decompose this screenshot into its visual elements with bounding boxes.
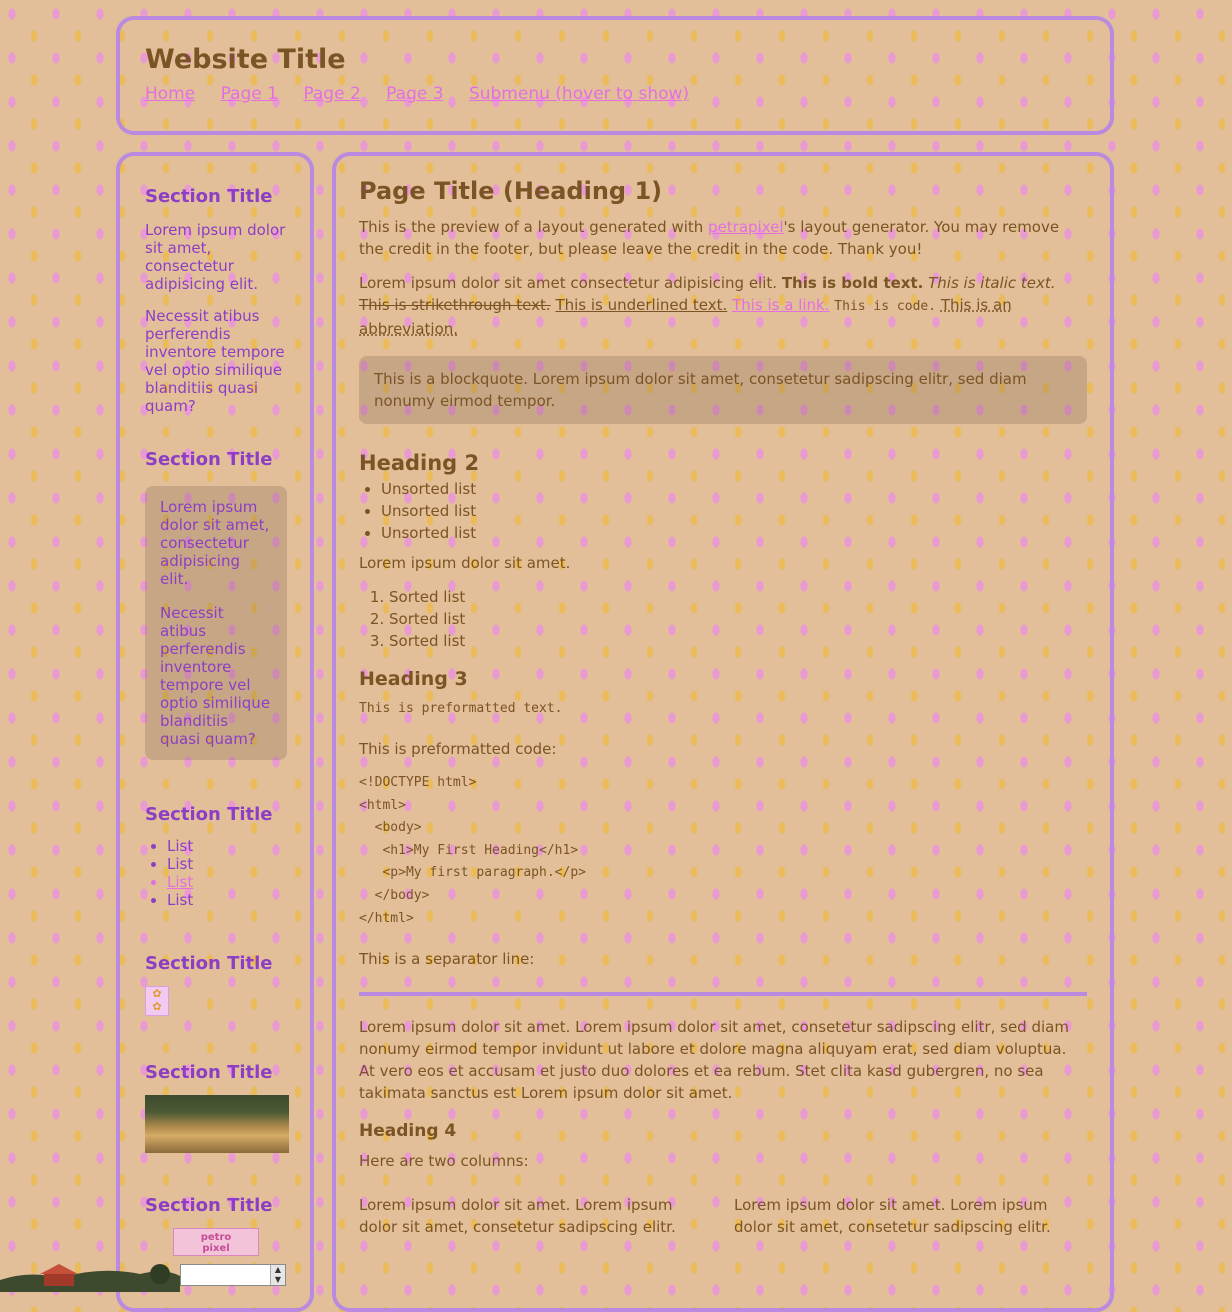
sidebar-panel: Section Title Lorem ipsum dolor sit amet…	[116, 152, 314, 1312]
section-title: Section Title	[145, 1195, 273, 1216]
section-title: Section Title	[145, 953, 273, 974]
main-nav: Home Page 1 Page 2 Page 3 Submenu (hover…	[145, 84, 709, 104]
paragraph: This is a separator line:	[359, 950, 535, 969]
code-block: <!DOCTYPE html> <html> <body> <h1>My Fir…	[359, 775, 586, 926]
bold-text: This is bold text.	[781, 274, 924, 292]
sidebar-section: Section Title Lorem ipsum dolor sit amet…	[145, 186, 287, 415]
petrapixel-badge[interactable]: petro pixel	[173, 1228, 259, 1256]
sidebar-box: Lorem ipsum dolor sit amet, consectetur …	[145, 486, 287, 760]
section-text: Necessit atibus perferendis inventore te…	[145, 307, 285, 415]
header-panel: Website Title Home Page 1 Page 2 Page 3 …	[116, 16, 1114, 135]
dropdown-select[interactable]: ▲ ▼	[180, 1264, 286, 1286]
sidebar-section: Section Title	[145, 1062, 289, 1153]
heading-4: Heading 4	[359, 1121, 457, 1142]
list-item[interactable]: List	[167, 837, 287, 855]
italic-text: This is italic text.	[928, 274, 1056, 292]
section-title: Section Title	[145, 186, 273, 207]
section-title: Section Title	[145, 449, 273, 470]
list-item[interactable]: List	[167, 891, 287, 909]
list-item: Unsorted list	[381, 478, 1087, 500]
intro-paragraph: This is the preview of a layout generate…	[359, 216, 1087, 260]
flower-button-image[interactable]: ✿ ✿	[145, 986, 169, 1016]
unsorted-list: Unsorted list Unsorted list Unsorted lis…	[359, 478, 1087, 544]
section-text: Lorem ipsum dolor sit amet, consectetur …	[145, 221, 286, 293]
sidebar-list: List List List List	[145, 837, 287, 909]
strikethrough-text: This is strikethrough text.	[359, 296, 551, 314]
formatting-paragraph: Lorem ipsum dolor sit amet consectetur a…	[359, 272, 1087, 340]
nav-home[interactable]: Home	[145, 84, 195, 104]
paragraph: This is preformatted code:	[359, 740, 557, 758]
sidebar-section: Section Title Lorem ipsum dolor sit amet…	[145, 449, 287, 760]
column-right: Lorem ipsum dolor sit amet. Lorem ipsum …	[734, 1196, 1051, 1237]
two-columns: Lorem ipsum dolor sit amet. Lorem ipsum …	[359, 1194, 1087, 1238]
section-title: Section Title	[145, 1062, 273, 1083]
list-item: Sorted list	[389, 630, 1087, 652]
petrapixel-link[interactable]: petrapixel	[708, 218, 784, 236]
list-item[interactable]: List	[167, 855, 287, 873]
section-title: Section Title	[145, 804, 273, 825]
nav-page-1[interactable]: Page 1	[221, 84, 278, 104]
site-title: Website Title	[145, 44, 346, 75]
list-item-active[interactable]: List	[167, 873, 287, 891]
select-arrows-icon[interactable]: ▲ ▼	[270, 1265, 285, 1285]
nav-page-2[interactable]: Page 2	[303, 84, 360, 104]
sorted-list: Sorted list Sorted list Sorted list	[359, 586, 1087, 652]
paragraph: Lorem ipsum dolor sit amet.	[359, 554, 571, 572]
section-text: Lorem ipsum dolor sit amet, consectetur …	[160, 498, 270, 588]
paragraph: Here are two columns:	[359, 1152, 529, 1171]
list-item: Unsorted list	[381, 522, 1087, 544]
wheat-field-image	[145, 1095, 289, 1153]
section-text: Necessit atibus perferendis inventore te…	[160, 604, 271, 748]
underlined-text: This is underlined text.	[555, 296, 728, 314]
separator-line	[359, 992, 1087, 997]
list-item: Unsorted list	[381, 500, 1087, 522]
badge-line: petro	[200, 1232, 232, 1243]
inline-code: This is code.	[834, 299, 937, 314]
intro-text: This is the preview of a layout generate…	[359, 218, 709, 236]
plain-text: Lorem ipsum dolor sit amet consectetur a…	[359, 274, 782, 292]
heading-3: Heading 3	[359, 668, 468, 690]
badge-line: pixel	[202, 1243, 230, 1254]
sidebar-section: Section Title List List List List	[145, 804, 287, 909]
list-item: Sorted list	[389, 586, 1087, 608]
column-left: Lorem ipsum dolor sit amet. Lorem ipsum …	[359, 1196, 676, 1237]
nav-submenu[interactable]: Submenu (hover to show)	[469, 84, 689, 104]
list-item: Sorted list	[389, 608, 1087, 630]
preformatted-text: This is preformatted text.	[359, 701, 563, 716]
blockquote: This is a blockquote. Lorem ipsum dolor …	[359, 356, 1087, 424]
main-panel: Page Title (Heading 1) This is the previ…	[332, 152, 1114, 1312]
example-link[interactable]: This is a link.	[732, 296, 829, 314]
paragraph: Lorem ipsum dolor sit amet. Lorem ipsum …	[359, 1018, 1069, 1103]
heading-2: Heading 2	[359, 451, 480, 475]
nav-page-3[interactable]: Page 3	[386, 84, 443, 104]
page-title: Page Title (Heading 1)	[359, 177, 663, 205]
sidebar-section: Section Title petro pixel	[145, 1195, 287, 1256]
sidebar-section: Section Title ✿ ✿	[145, 953, 287, 1016]
